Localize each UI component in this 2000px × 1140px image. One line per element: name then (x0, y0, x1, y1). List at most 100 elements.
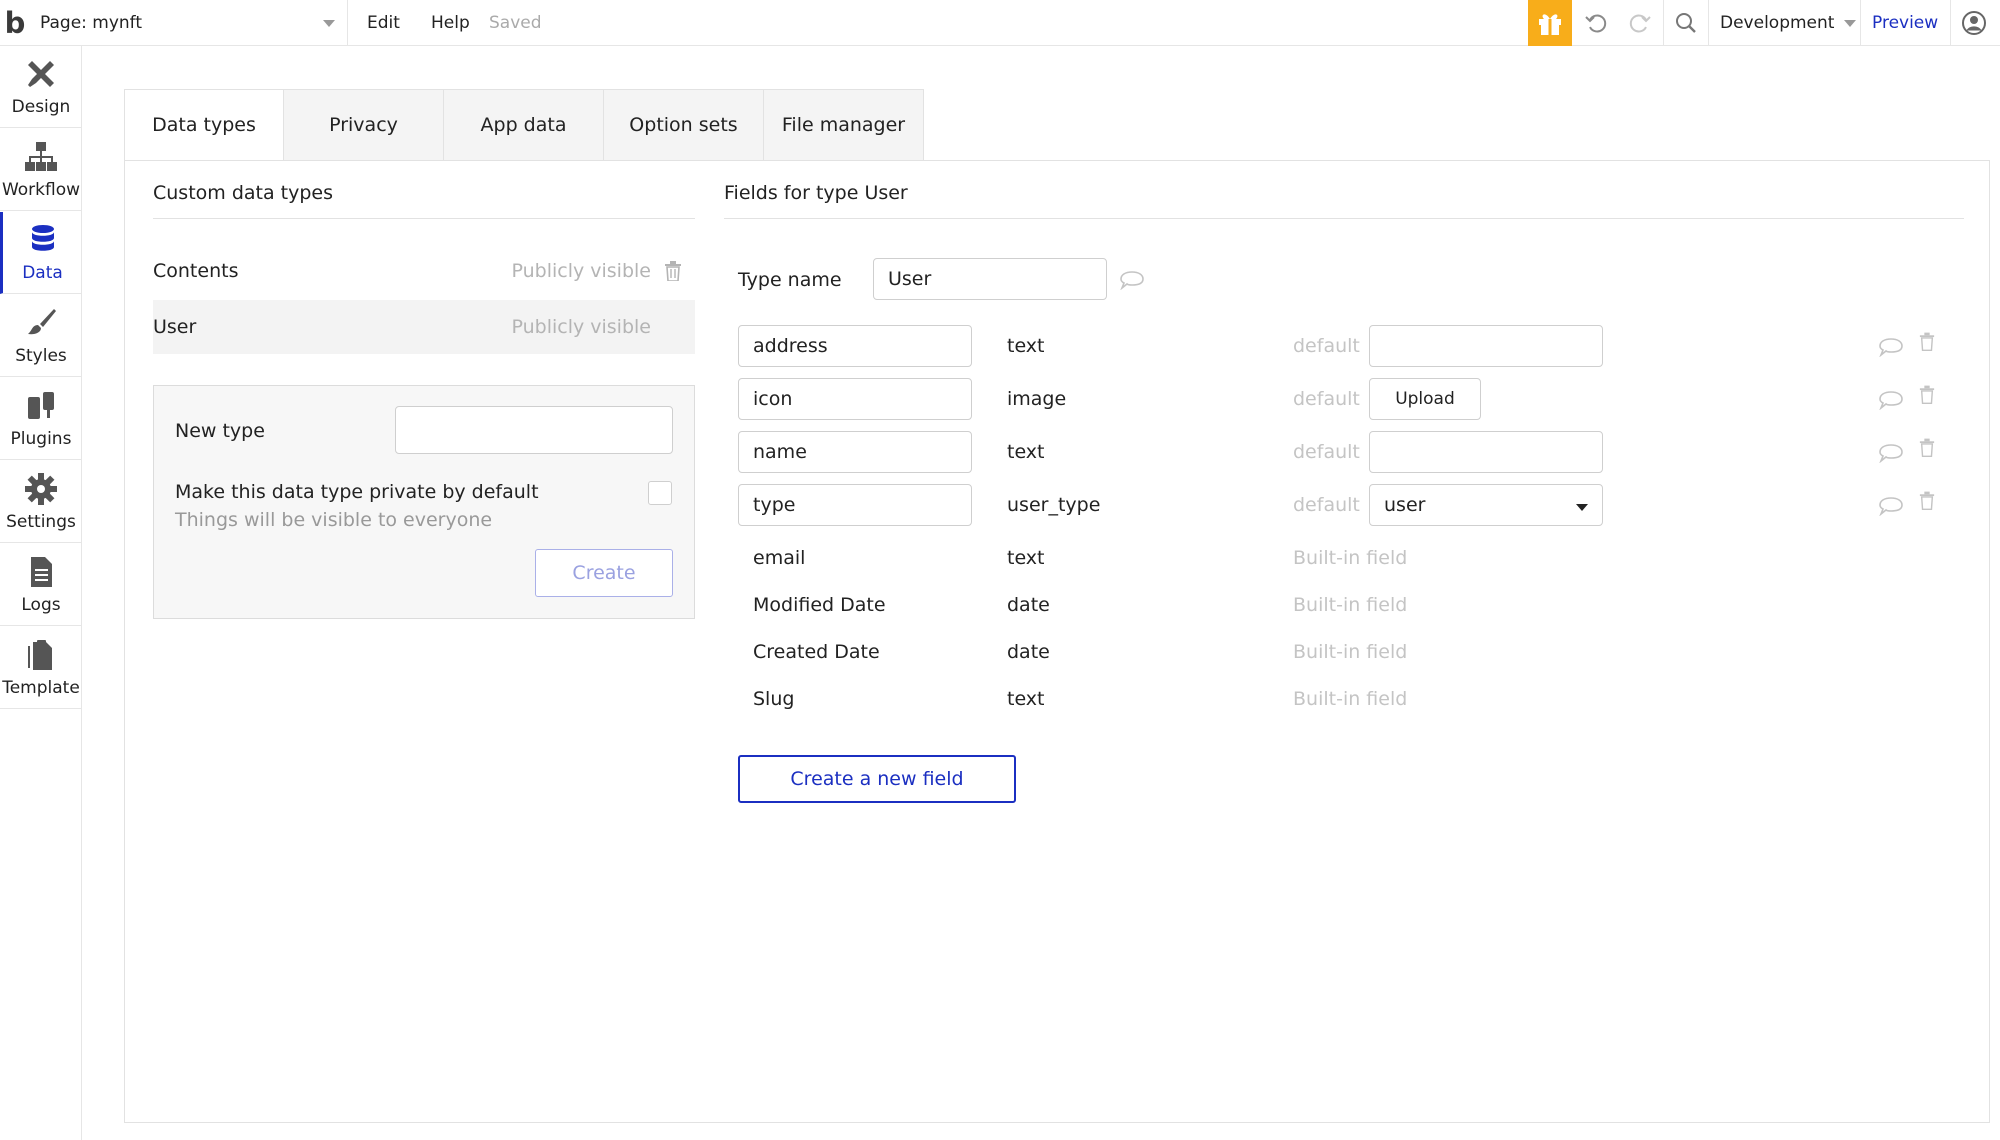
delete-field-button[interactable] (1914, 383, 1940, 405)
select-value: user (1384, 494, 1426, 516)
sidebar-item-template[interactable]: Template (0, 627, 82, 709)
field-type-label: text (1007, 441, 1045, 463)
data-type-name: User (153, 316, 197, 338)
tab-file-manager[interactable]: File manager (764, 89, 924, 161)
sidebar-item-settings[interactable]: Settings (0, 461, 82, 543)
comment-icon (1879, 444, 1903, 463)
caret-down-icon (1576, 504, 1588, 511)
search-button[interactable] (1664, 0, 1708, 46)
field-type-label: user_type (1007, 494, 1101, 516)
type-note-button[interactable] (1119, 269, 1145, 291)
delete-type-button[interactable] (651, 261, 695, 281)
user-account-icon (1962, 11, 1986, 35)
sidebar-item-design[interactable]: Design (0, 46, 82, 128)
trash-icon (1919, 438, 1935, 457)
field-name-input-name[interactable]: name (738, 431, 972, 473)
redo-icon (1629, 14, 1651, 33)
comment-icon (1879, 391, 1903, 410)
trash-icon (1919, 385, 1935, 404)
new-type-label: New type (175, 420, 265, 442)
delete-field-button[interactable] (1914, 489, 1940, 511)
default-label: default (1293, 494, 1360, 516)
visibility-hint: Things will be visible to everyone (175, 509, 493, 531)
database-icon (31, 224, 54, 251)
data-type-row-contents[interactable]: Contents Publicly visible (153, 244, 695, 298)
builtin-field-type: date (1007, 641, 1050, 663)
comment-icon (1879, 497, 1903, 516)
page-selector[interactable]: Page: mynft (30, 0, 348, 46)
template-icon (28, 639, 52, 670)
gift-button[interactable] (1528, 0, 1572, 46)
edit-menu[interactable]: Edit (367, 0, 400, 46)
private-default-label: Make this data type private by default (175, 481, 539, 503)
sidebar-item-label: Plugins (10, 428, 72, 449)
field-note-button[interactable] (1878, 442, 1904, 464)
sidebar-item-styles[interactable]: Styles (0, 295, 82, 377)
save-status: Saved (489, 13, 542, 33)
preview-button[interactable]: Preview (1872, 0, 1938, 46)
field-name-input-type[interactable]: type (738, 484, 972, 526)
sidebar-item-label: Styles (15, 345, 67, 366)
data-type-name: Contents (153, 260, 239, 282)
delete-field-button[interactable] (1914, 330, 1940, 352)
default-label: default (1293, 335, 1360, 357)
data-panel: Data types Privacy App data Option sets … (124, 89, 1990, 1123)
builtin-field-name: Slug (753, 688, 795, 710)
field-note-button[interactable] (1878, 495, 1904, 517)
create-new-field-button[interactable]: Create a new field (738, 755, 1016, 803)
sidebar-item-data[interactable]: Data (0, 212, 82, 294)
undo-icon (1585, 14, 1607, 33)
builtin-field-type: date (1007, 594, 1050, 616)
default-label: default (1293, 441, 1360, 463)
default-value-input-name[interactable] (1369, 431, 1603, 473)
delete-field-button[interactable] (1914, 436, 1940, 458)
sidebar-item-workflow[interactable]: Workflow (0, 129, 82, 211)
type-name-input[interactable]: User (873, 258, 1107, 300)
sidebar-item-label: Data (22, 262, 63, 283)
tab-privacy[interactable]: Privacy (284, 89, 444, 161)
custom-data-types-heading: Custom data types (153, 182, 695, 219)
builtin-field-type: text (1007, 547, 1045, 569)
field-note-button[interactable] (1878, 336, 1904, 358)
help-menu[interactable]: Help (431, 0, 470, 46)
bubble-logo[interactable]: b (0, 0, 30, 46)
field-note-button[interactable] (1878, 389, 1904, 411)
trash-icon (1919, 491, 1935, 510)
builtin-field-name: Created Date (753, 641, 880, 663)
field-name-input-icon[interactable]: icon (738, 378, 972, 420)
account-button[interactable] (1952, 0, 1996, 46)
redo-button[interactable] (1618, 0, 1662, 46)
create-type-button[interactable]: Create (535, 549, 673, 597)
builtin-field-note: Built-in field (1293, 547, 1408, 569)
document-icon (31, 556, 52, 587)
field-name-input-address[interactable]: address (738, 325, 972, 367)
environment-label: Development (1720, 13, 1835, 33)
tab-data-types[interactable]: Data types (124, 89, 284, 161)
design-tools-icon (28, 60, 54, 87)
chevron-down-icon (323, 20, 335, 27)
data-type-row-user[interactable]: User Publicly visible (153, 300, 695, 354)
fields-heading: Fields for type User (724, 182, 1964, 219)
type-name-label: Type name (738, 269, 842, 291)
plugins-icon (28, 391, 54, 419)
undo-button[interactable] (1574, 0, 1618, 46)
environment-selector[interactable]: Development (1720, 0, 1857, 46)
default-value-select-type[interactable]: user (1369, 484, 1603, 526)
gift-icon (1539, 14, 1561, 35)
tab-option-sets[interactable]: Option sets (604, 89, 764, 161)
builtin-field-note: Built-in field (1293, 594, 1408, 616)
sidebar-item-label: Template (2, 677, 80, 698)
sidebar-item-plugins[interactable]: Plugins (0, 378, 82, 460)
default-label: default (1293, 388, 1360, 410)
sidebar-item-logs[interactable]: Logs (0, 544, 82, 626)
new-type-input[interactable] (395, 406, 673, 454)
chevron-down-icon (1844, 19, 1857, 27)
builtin-field-note: Built-in field (1293, 688, 1408, 710)
private-default-checkbox[interactable] (648, 481, 672, 505)
upload-button[interactable]: Upload (1369, 378, 1481, 420)
data-types-content: Custom data types Contents Publicly visi… (124, 160, 1990, 1123)
tab-app-data[interactable]: App data (444, 89, 604, 161)
search-icon (1676, 13, 1696, 33)
default-value-input-address[interactable] (1369, 325, 1603, 367)
new-type-form: New type Make this data type private by … (153, 385, 695, 619)
